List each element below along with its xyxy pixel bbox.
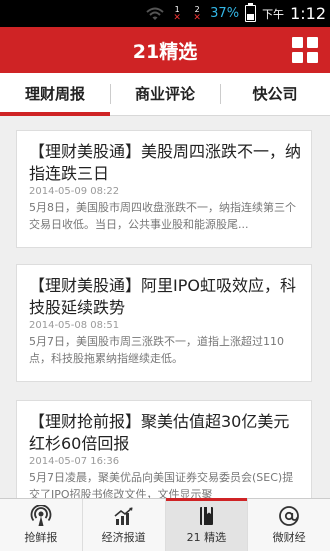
article-title: 【理财美股通】阿里IPO虹吸效应，科技股延续跌势 [29, 276, 296, 317]
grid-menu-icon[interactable] [292, 37, 318, 63]
article-title: 【理财抢前报】聚美估值超30亿美元红杉60倍回报 [29, 412, 290, 453]
nav-label: 经济报道 [101, 531, 146, 544]
article-date: 2014-05-07 16:36 [29, 456, 120, 467]
ampm-label: 下午 [262, 7, 285, 21]
tab-licai-weekly[interactable]: 理财周报 [0, 73, 110, 116]
app-bar: 21精选 [0, 27, 330, 73]
article-card[interactable]: 【理财抢前报】聚美估值超30亿美元红杉60倍回报 2014-05-07 16:3… [16, 400, 312, 498]
article-card[interactable]: 【理财美股通】阿里IPO虹吸效应，科技股延续跌势 2014-05-08 08:5… [16, 264, 312, 382]
article-feed[interactable]: 【理财美股通】美股周四涨跌不一，纳指连跌三日 2014-05-09 08:22 … [0, 116, 330, 498]
tab-fast-company[interactable]: 快公司 [220, 73, 330, 115]
nav-label: 微财经 [272, 531, 306, 544]
broadcast-icon [30, 504, 52, 527]
status-bar: 1 ✕ 2 ✕ 37% 下午 1:12 [0, 0, 330, 27]
nav-label: 抢鲜报 [24, 531, 58, 544]
battery-icon [245, 3, 257, 22]
bookmark-book-icon [195, 505, 217, 527]
nav-label: 21 精选 [186, 531, 227, 544]
wifi-icon [146, 7, 164, 21]
sim1-no-signal-icon: 1 ✕ [173, 4, 181, 23]
sim2-no-signal-icon: 2 ✕ [193, 4, 201, 23]
nav-micro-finance[interactable]: 微财经 [247, 499, 330, 551]
tab-business-review[interactable]: 商业评论 [110, 73, 220, 115]
article-card[interactable]: 【理财美股通】美股周四涨跌不一，纳指连跌三日 2014-05-09 08:22 … [16, 130, 312, 248]
nav-breaking-news[interactable]: 抢鲜报 [0, 499, 82, 551]
article-title: 【理财美股通】美股周四涨跌不一，纳指连跌三日 [29, 142, 302, 183]
article-summary: 5月8日，美国股市周四收盘涨跌不一，纳指连续第三个交易日收低。当日，公共事业股和… [29, 201, 296, 231]
clock: 1:12 [290, 4, 326, 23]
nav-economic-reports[interactable]: 经济报道 [81, 499, 165, 551]
app-title: 21精选 [132, 41, 198, 63]
at-sign-icon [278, 505, 300, 527]
bar-chart-icon [113, 505, 135, 527]
nav-21-selected[interactable]: 21 精选 [164, 498, 248, 551]
article-summary: 5月7日，美国股市周三涨跌不一，道指上涨超过110点，科技股拖累纳指继续走低。 [29, 335, 284, 365]
tab-bar: 理财周报 商业评论 快公司 [0, 73, 330, 116]
article-date: 2014-05-08 08:51 [29, 320, 120, 331]
battery-percent: 37% [210, 6, 240, 21]
bottom-nav: 抢鲜报 经济报道 21 精选 微财经 [0, 498, 330, 551]
article-summary: 5月7日凌晨，聚美优品向美国证券交易委员会(SEC)提交了IPO招股书修改文件，… [29, 471, 294, 498]
article-date: 2014-05-09 08:22 [29, 186, 120, 197]
